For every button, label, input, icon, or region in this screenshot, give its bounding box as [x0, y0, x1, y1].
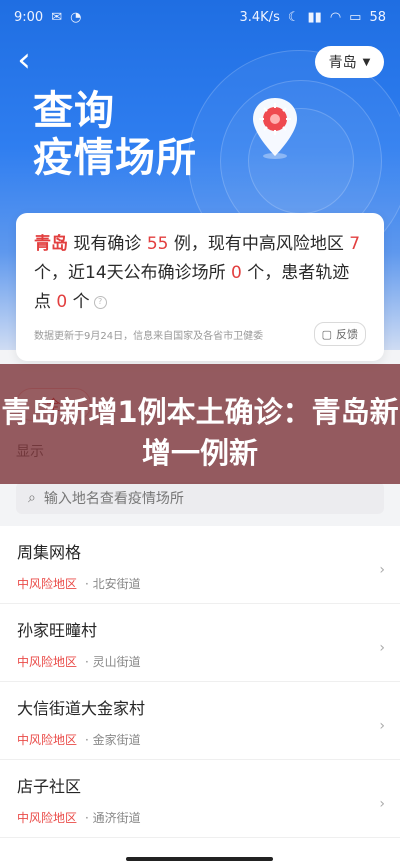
help-icon[interactable]: ?: [93, 295, 107, 309]
summary-text-part: 例，现有中高风险地区: [168, 234, 350, 254]
street-name: · 金家街道: [85, 733, 141, 747]
update-note: 数据更新于9月24日，信息来自国家及各省市卫健委: [34, 330, 264, 342]
summary-text: 青岛 现有确诊 55 例，现有中高风险地区 7 个，近14天公布确诊场所 0 个…: [34, 230, 366, 317]
list-item[interactable]: 店子社区 中风险地区 · 通济街道 ›: [0, 760, 400, 838]
status-time: 9:00: [14, 9, 44, 25]
status-bar: 9:00 ✉ ◔ 3.4K/s ☾ ▮▮ ◠ ▭ 58: [0, 0, 400, 34]
location-pin-icon: [250, 96, 300, 160]
page-title: 查询 疫情场所: [33, 88, 197, 182]
places-list: 周集网格 中风险地区 · 北安街道 › 孙家旺疃村 中风险地区 · 灵山街道 ›…: [0, 526, 400, 866]
summary-footer: 数据更新于9月24日，信息来自国家及各省市卫健委 ▢ 反馈: [34, 322, 366, 346]
trajectory-count: 0: [56, 292, 68, 312]
chevron-right-icon: ›: [379, 718, 385, 734]
search-input[interactable]: ⌕ 输入地名查看疫情场所: [16, 482, 384, 514]
network-speed: 3.4K/s: [239, 9, 280, 25]
place-name: 周集网格: [17, 543, 82, 562]
list-item[interactable]: 周集网格 中风险地区 · 北安街道 ›: [0, 526, 400, 604]
city-select-label: 青岛: [328, 55, 357, 71]
chevron-right-icon: ›: [379, 562, 385, 578]
place-name: 店子社区: [17, 777, 82, 796]
list-item[interactable]: 大信街道大金家村 中风险地区 · 金家街道 ›: [0, 682, 400, 760]
search-icon: ⌕: [28, 490, 36, 506]
feedback-icon: ▢: [321, 327, 332, 341]
page-title-line-1: 查询: [33, 88, 115, 134]
summary-text-part: 个: [67, 292, 90, 312]
place-meta: 中风险地区 · 金家街道: [17, 731, 382, 748]
place-meta: 中风险地区 · 通济街道: [17, 809, 382, 826]
battery-icon: ▭: [349, 9, 362, 25]
street-name: · 北安街道: [85, 577, 141, 591]
risk-level: 中风险地区: [17, 655, 78, 669]
summary-card: 青岛 现有确诊 55 例，现有中高风险地区 7 个，近14天公布确诊场所 0 个…: [16, 213, 384, 361]
street-name: · 通济街道: [85, 811, 141, 825]
feedback-button[interactable]: ▢ 反馈: [313, 322, 366, 346]
feedback-label: 反馈: [336, 328, 358, 341]
signal-icon: ▮▮: [307, 9, 322, 25]
place-meta: 中风险地区 · 北安街道: [17, 575, 382, 592]
summary-text-part: 现有确诊: [68, 234, 147, 254]
summary-city: 青岛: [34, 234, 68, 254]
place-meta: 中风险地区 · 灵山街道: [17, 653, 382, 670]
chevron-right-icon: ›: [379, 640, 385, 656]
confirmed-count: 55: [146, 234, 169, 254]
top-nav: ‹ 青岛 ▼: [0, 42, 400, 82]
street-name: · 灵山街道: [85, 655, 141, 669]
risk-level: 中风险地区: [17, 811, 78, 825]
summary-text-part: 个，近14天公布确诊场所: [34, 263, 232, 283]
headline-text: 青岛新增1例本土确诊：青岛新增一例新: [1, 395, 399, 470]
risk-level: 中风险地区: [17, 733, 78, 747]
battery-level: 58: [369, 9, 386, 25]
risk-level: 中风险地区: [17, 577, 78, 591]
wifi-icon: ◠: [329, 9, 342, 25]
app-icon: ◔: [70, 9, 82, 25]
place-name: 孙家旺疃村: [17, 621, 98, 640]
page-title-line-2: 疫情场所: [33, 135, 197, 181]
notification-icon: ✉: [51, 9, 63, 25]
place-count: 0: [231, 263, 242, 283]
place-name: 大信街道大金家村: [17, 699, 146, 718]
risk-area-count: 7: [349, 234, 361, 254]
city-select[interactable]: 青岛 ▼: [315, 46, 384, 78]
back-button[interactable]: ‹: [10, 43, 38, 77]
moon-icon: ☾: [287, 9, 300, 25]
search-placeholder: 输入地名查看疫情场所: [43, 491, 184, 507]
home-indicator: [126, 857, 273, 861]
caret-down-icon: ▼: [362, 56, 371, 68]
list-item[interactable]: 孙家旺疃村 中风险地区 · 灵山街道 ›: [0, 604, 400, 682]
chevron-right-icon: ›: [379, 796, 385, 812]
